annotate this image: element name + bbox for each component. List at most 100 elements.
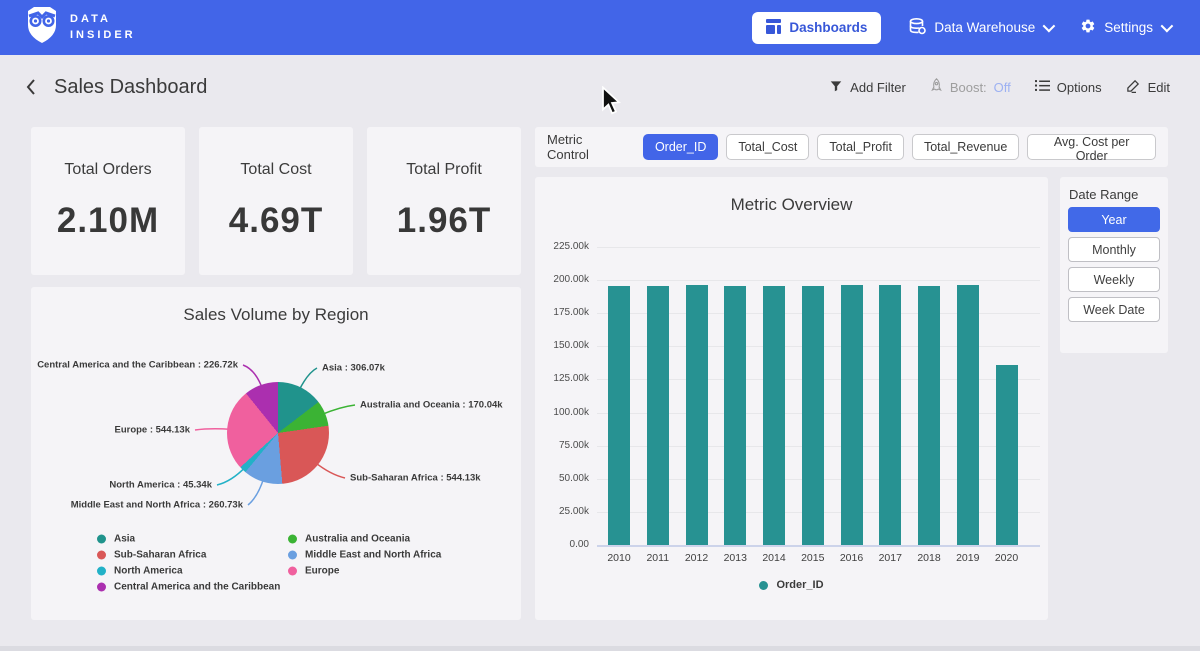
kpi-label: Total Cost bbox=[199, 161, 353, 179]
bar-2016 bbox=[841, 285, 863, 545]
bar-2013 bbox=[724, 286, 746, 545]
bottom-edge bbox=[0, 646, 1200, 651]
bar-2018 bbox=[918, 286, 940, 545]
bar-2010 bbox=[608, 286, 630, 545]
pie-label-north-america: North America : 45.34k bbox=[109, 480, 212, 491]
pie-label-middle-east-and-north-africa: Middle East and North Africa : 260.73k bbox=[71, 500, 243, 511]
date-range-year[interactable]: Year bbox=[1068, 207, 1160, 232]
filter-funnel-icon bbox=[829, 79, 843, 96]
x-tick-2013: 2013 bbox=[715, 552, 755, 564]
legend-item-asia: Asia bbox=[97, 534, 135, 545]
legend-text: Sub-Saharan Africa bbox=[114, 550, 206, 561]
date-range-monthly[interactable]: Monthly bbox=[1068, 237, 1160, 262]
legend-text: Europe bbox=[305, 566, 339, 577]
x-axis-line bbox=[597, 545, 1040, 547]
pie-label-asia: Asia : 306.07k bbox=[322, 363, 385, 374]
legend-text: Middle East and North Africa bbox=[305, 550, 441, 561]
kpi-value: 4.69T bbox=[199, 201, 353, 241]
legend-dot bbox=[288, 535, 297, 544]
legend-text: Asia bbox=[114, 534, 135, 545]
legend-dot bbox=[288, 567, 297, 576]
nav-dashboards-label: Dashboards bbox=[789, 20, 867, 35]
legend-dot bbox=[759, 581, 768, 590]
gridline bbox=[597, 247, 1040, 248]
legend-dot bbox=[288, 551, 297, 560]
leader-line-australia-and-oceania bbox=[321, 405, 355, 415]
add-filter-button[interactable]: Add Filter bbox=[829, 79, 906, 96]
pie-label-central-america-and-the-caribbean: Central America and the Caribbean : 226.… bbox=[37, 360, 238, 371]
legend-item-north-america: North America bbox=[97, 566, 183, 577]
x-tick-2020: 2020 bbox=[987, 552, 1027, 564]
x-tick-2011: 2011 bbox=[638, 552, 678, 564]
y-tick-200-00k: 200.00k bbox=[535, 274, 589, 285]
x-tick-2016: 2016 bbox=[832, 552, 872, 564]
edit-pencil-icon bbox=[1126, 78, 1141, 96]
legend-item-central-america-and-the-caribbean: Central America and the Caribbean bbox=[97, 582, 280, 593]
bar-chart-title: Metric Overview bbox=[535, 195, 1048, 215]
kpi-card-total-cost: Total Cost 4.69T bbox=[199, 127, 353, 275]
metric-overview-panel: Metric Overview 0.0025.00k50.00k75.00k10… bbox=[535, 177, 1048, 620]
x-tick-2012: 2012 bbox=[677, 552, 717, 564]
leader-line-sub-saharan-africa bbox=[315, 462, 345, 478]
legend-dot bbox=[97, 551, 106, 560]
y-tick-225-00k: 225.00k bbox=[535, 241, 589, 252]
dashboard-header: Sales Dashboard Add Filter Boost: Off bbox=[0, 55, 1200, 119]
kpi-value: 2.10M bbox=[31, 201, 185, 241]
brand: DATA INSIDER bbox=[24, 5, 136, 50]
metric-option-total-cost[interactable]: Total_Cost bbox=[726, 134, 809, 160]
edit-label: Edit bbox=[1148, 80, 1170, 95]
legend-dot bbox=[97, 535, 106, 544]
legend-dot bbox=[97, 583, 106, 592]
y-tick-150-00k: 150.00k bbox=[535, 340, 589, 351]
leader-line-europe bbox=[195, 429, 231, 430]
date-range-weekly[interactable]: Weekly bbox=[1068, 267, 1160, 292]
metric-option-order-id[interactable]: Order_ID bbox=[643, 134, 718, 160]
add-filter-label: Add Filter bbox=[850, 80, 906, 95]
date-range-week-date[interactable]: Week Date bbox=[1068, 297, 1160, 322]
options-button[interactable]: Options bbox=[1035, 79, 1102, 95]
bar-2020 bbox=[996, 365, 1018, 545]
nav-data-warehouse-label: Data Warehouse bbox=[934, 20, 1035, 35]
legend-label: Order_ID bbox=[776, 579, 823, 591]
x-tick-2015: 2015 bbox=[793, 552, 833, 564]
legend-item-sub-saharan-africa: Sub-Saharan Africa bbox=[97, 550, 206, 561]
page-title: Sales Dashboard bbox=[54, 76, 207, 99]
edit-button[interactable]: Edit bbox=[1126, 78, 1170, 96]
metric-option-avg-cost-per-order[interactable]: Avg. Cost per Order bbox=[1027, 134, 1156, 160]
metric-control-label: Metric Control bbox=[547, 132, 627, 162]
metric-option-total-profit[interactable]: Total_Profit bbox=[817, 134, 904, 160]
legend-text: Australia and Oceania bbox=[305, 534, 410, 545]
metric-option-total-revenue[interactable]: Total_Revenue bbox=[912, 134, 1019, 160]
x-tick-2019: 2019 bbox=[948, 552, 988, 564]
y-tick-0-00: 0.00 bbox=[535, 539, 589, 550]
nav-data-warehouse-button[interactable]: Data Warehouse bbox=[909, 18, 1052, 38]
x-tick-2010: 2010 bbox=[599, 552, 639, 564]
header-actions: Add Filter Boost: Off Options bbox=[829, 78, 1170, 96]
bar-2017 bbox=[879, 285, 901, 545]
legend-item-australia-and-oceania: Australia and Oceania bbox=[288, 534, 410, 545]
dashboards-icon bbox=[766, 19, 781, 37]
nav-settings-label: Settings bbox=[1104, 20, 1153, 35]
leader-line-middle-east-and-north-africa bbox=[248, 478, 264, 505]
x-tick-2014: 2014 bbox=[754, 552, 794, 564]
y-tick-75-00k: 75.00k bbox=[535, 440, 589, 451]
gridline bbox=[597, 280, 1040, 281]
bar-2015 bbox=[802, 286, 824, 545]
nav-dashboards-button[interactable]: Dashboards bbox=[752, 12, 881, 44]
leader-line-north-america bbox=[217, 467, 245, 485]
nav-settings-button[interactable]: Settings bbox=[1080, 18, 1170, 37]
bar-2014 bbox=[763, 286, 785, 545]
pie-label-australia-and-oceania: Australia and Oceania : 170.04k bbox=[360, 400, 503, 411]
pie-chart bbox=[227, 382, 329, 484]
pie-label-sub-saharan-africa: Sub-Saharan Africa : 544.13k bbox=[350, 473, 481, 484]
kpi-label: Total Profit bbox=[367, 161, 521, 179]
legend-dot bbox=[97, 567, 106, 576]
kpi-card-total-orders: Total Orders 2.10M bbox=[31, 127, 185, 275]
back-button[interactable] bbox=[24, 77, 38, 97]
chevron-down-icon bbox=[1043, 20, 1056, 33]
boost-rocket-icon bbox=[930, 78, 943, 96]
kpi-label: Total Orders bbox=[31, 161, 185, 179]
boost-toggle[interactable]: Boost: Off bbox=[930, 78, 1011, 96]
kpi-card-total-profit: Total Profit 1.96T bbox=[367, 127, 521, 275]
bar-chart-legend: Order_ID bbox=[535, 579, 1048, 591]
